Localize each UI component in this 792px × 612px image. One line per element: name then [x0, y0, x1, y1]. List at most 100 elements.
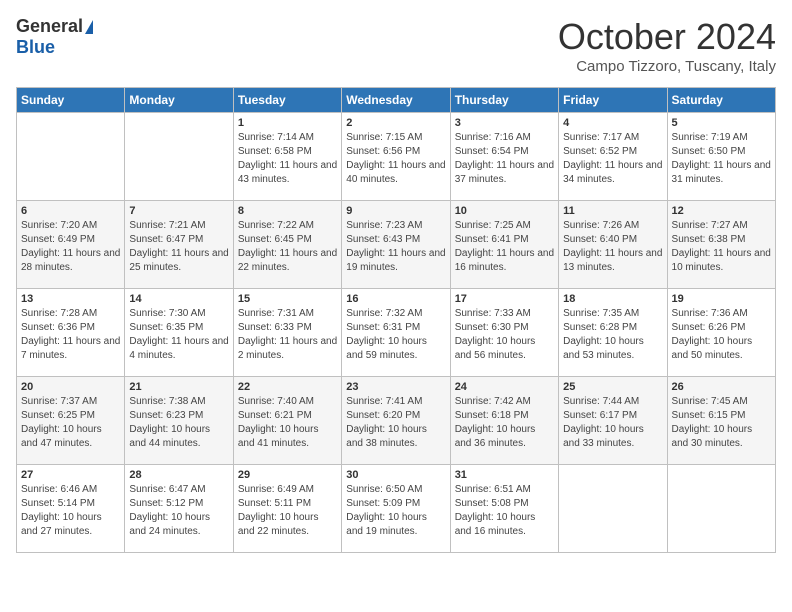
day-info: Sunrise: 7:36 AMSunset: 6:26 PMDaylight:…: [672, 307, 771, 363]
day-info: Sunrise: 7:16 AMSunset: 6:54 PMDaylight:…: [455, 131, 554, 187]
location: Campo Tizzoro, Tuscany, Italy: [558, 58, 776, 75]
calendar-cell: 14 Sunrise: 7:30 AMSunset: 6:35 PMDayligh…: [125, 289, 233, 377]
day-info: Sunrise: 7:19 AMSunset: 6:50 PMDaylight:…: [672, 131, 771, 187]
calendar-cell: 5 Sunrise: 7:19 AMSunset: 6:50 PMDaylight…: [667, 113, 775, 201]
day-info: Sunrise: 7:31 AMSunset: 6:33 PMDaylight:…: [238, 307, 337, 363]
calendar-cell: 24 Sunrise: 7:42 AMSunset: 6:18 PMDayligh…: [450, 377, 558, 465]
day-number: 6: [21, 205, 120, 217]
day-headers-row: SundayMondayTuesdayWednesdayThursdayFrid…: [17, 88, 776, 113]
page-header: General Blue October 2024 Campo Tizzoro,…: [16, 16, 776, 75]
day-number: 24: [455, 381, 554, 393]
calendar-cell: 3Sunrise: 7:16 AMSunset: 6:54 PMDaylight…: [450, 113, 558, 201]
calendar-cell: 20 Sunrise: 7:37 AMSunset: 6:25 PMDayligh…: [17, 377, 125, 465]
calendar-cell: 1 Sunrise: 7:14 AMSunset: 6:58 PMDaylight…: [233, 113, 341, 201]
day-header-saturday: Saturday: [667, 88, 775, 113]
calendar-cell: 13Sunrise: 7:28 AMSunset: 6:36 PMDayligh…: [17, 289, 125, 377]
day-number: 13: [21, 293, 120, 305]
day-number: 15: [238, 293, 337, 305]
week-row-5: 27Sunrise: 6:46 AMSunset: 5:14 PMDayligh…: [17, 465, 776, 553]
calendar-cell: 2Sunrise: 7:15 AMSunset: 6:56 PMDaylight…: [342, 113, 450, 201]
day-info: Sunrise: 6:50 AMSunset: 5:09 PMDaylight:…: [346, 483, 445, 539]
calendar-table: SundayMondayTuesdayWednesdayThursdayFrid…: [16, 87, 776, 553]
day-number: 9: [346, 205, 445, 217]
day-number: 1: [238, 117, 337, 129]
day-info: Sunrise: 7:17 AMSunset: 6:52 PMDaylight:…: [563, 131, 662, 187]
day-info: Sunrise: 7:14 AMSunset: 6:58 PMDaylight:…: [238, 131, 337, 187]
day-info: Sunrise: 7:26 AMSunset: 6:40 PMDaylight:…: [563, 219, 662, 275]
calendar-cell: 29 Sunrise: 6:49 AMSunset: 5:11 PMDayligh…: [233, 465, 341, 553]
calendar-cell: 4 Sunrise: 7:17 AMSunset: 6:52 PMDaylight…: [559, 113, 667, 201]
day-number: 17: [455, 293, 554, 305]
calendar-cell: 18 Sunrise: 7:35 AMSunset: 6:28 PMDayligh…: [559, 289, 667, 377]
week-row-3: 13Sunrise: 7:28 AMSunset: 6:36 PMDayligh…: [17, 289, 776, 377]
month-title: October 2024: [558, 16, 776, 58]
day-number: 16: [346, 293, 445, 305]
day-number: 2: [346, 117, 445, 129]
day-number: 23: [346, 381, 445, 393]
day-header-tuesday: Tuesday: [233, 88, 341, 113]
calendar-cell: 25 Sunrise: 7:44 AMSunset: 6:17 PMDayligh…: [559, 377, 667, 465]
day-number: 31: [455, 469, 554, 481]
day-number: 14: [129, 293, 228, 305]
day-info: Sunrise: 7:45 AMSunset: 6:15 PMDaylight:…: [672, 395, 771, 451]
day-number: 5: [672, 117, 771, 129]
calendar-cell: 8Sunrise: 7:22 AMSunset: 6:45 PMDaylight…: [233, 201, 341, 289]
week-row-2: 6 Sunrise: 7:20 AMSunset: 6:49 PMDaylight…: [17, 201, 776, 289]
day-number: 11: [563, 205, 662, 217]
calendar-cell: 16Sunrise: 7:32 AMSunset: 6:31 PMDayligh…: [342, 289, 450, 377]
day-info: Sunrise: 6:46 AMSunset: 5:14 PMDaylight:…: [21, 483, 120, 539]
day-number: 10: [455, 205, 554, 217]
day-number: 4: [563, 117, 662, 129]
calendar-cell: 30 Sunrise: 6:50 AMSunset: 5:09 PMDayligh…: [342, 465, 450, 553]
day-header-sunday: Sunday: [17, 88, 125, 113]
day-header-wednesday: Wednesday: [342, 88, 450, 113]
day-number: 29: [238, 469, 337, 481]
logo-arrow-icon: [85, 20, 93, 34]
calendar-cell: 17 Sunrise: 7:33 AMSunset: 6:30 PMDayligh…: [450, 289, 558, 377]
day-number: 19: [672, 293, 771, 305]
day-number: 7: [129, 205, 228, 217]
calendar-cell: 10Sunrise: 7:25 AMSunset: 6:41 PMDayligh…: [450, 201, 558, 289]
calendar-cell: 7 Sunrise: 7:21 AMSunset: 6:47 PMDaylight…: [125, 201, 233, 289]
day-number: 8: [238, 205, 337, 217]
day-info: Sunrise: 6:49 AMSunset: 5:11 PMDaylight:…: [238, 483, 337, 539]
day-header-thursday: Thursday: [450, 88, 558, 113]
calendar-cell: 11 Sunrise: 7:26 AMSunset: 6:40 PMDayligh…: [559, 201, 667, 289]
day-info: Sunrise: 6:47 AMSunset: 5:12 PMDaylight:…: [129, 483, 228, 539]
day-info: Sunrise: 7:20 AMSunset: 6:49 PMDaylight:…: [21, 219, 120, 275]
day-info: Sunrise: 7:27 AMSunset: 6:38 PMDaylight:…: [672, 219, 771, 275]
day-info: Sunrise: 7:30 AMSunset: 6:35 PMDaylight:…: [129, 307, 228, 363]
calendar-cell: 15 Sunrise: 7:31 AMSunset: 6:33 PMDayligh…: [233, 289, 341, 377]
day-number: 18: [563, 293, 662, 305]
calendar-cell: [17, 113, 125, 201]
calendar-cell: 31 Sunrise: 6:51 AMSunset: 5:08 PMDayligh…: [450, 465, 558, 553]
day-info: Sunrise: 7:42 AMSunset: 6:18 PMDaylight:…: [455, 395, 554, 451]
day-number: 30: [346, 469, 445, 481]
day-info: Sunrise: 7:35 AMSunset: 6:28 PMDaylight:…: [563, 307, 662, 363]
day-number: 28: [129, 469, 228, 481]
logo-general-text: General: [16, 16, 83, 37]
day-info: Sunrise: 6:51 AMSunset: 5:08 PMDaylight:…: [455, 483, 554, 539]
day-number: 12: [672, 205, 771, 217]
day-info: Sunrise: 7:41 AMSunset: 6:20 PMDaylight:…: [346, 395, 445, 451]
calendar-cell: 6 Sunrise: 7:20 AMSunset: 6:49 PMDaylight…: [17, 201, 125, 289]
calendar-cell: 27Sunrise: 6:46 AMSunset: 5:14 PMDayligh…: [17, 465, 125, 553]
day-info: Sunrise: 7:44 AMSunset: 6:17 PMDaylight:…: [563, 395, 662, 451]
calendar-cell: 19 Sunrise: 7:36 AMSunset: 6:26 PMDayligh…: [667, 289, 775, 377]
day-number: 21: [129, 381, 228, 393]
calendar-cell: 21 Sunrise: 7:38 AMSunset: 6:23 PMDayligh…: [125, 377, 233, 465]
day-info: Sunrise: 7:37 AMSunset: 6:25 PMDaylight:…: [21, 395, 120, 451]
logo-blue-text: Blue: [16, 37, 55, 58]
calendar-cell: 28 Sunrise: 6:47 AMSunset: 5:12 PMDayligh…: [125, 465, 233, 553]
day-number: 25: [563, 381, 662, 393]
day-number: 20: [21, 381, 120, 393]
day-info: Sunrise: 7:33 AMSunset: 6:30 PMDaylight:…: [455, 307, 554, 363]
day-header-monday: Monday: [125, 88, 233, 113]
calendar-cell: [667, 465, 775, 553]
calendar-cell: 9Sunrise: 7:23 AMSunset: 6:43 PMDaylight…: [342, 201, 450, 289]
logo: General Blue: [16, 16, 93, 58]
day-info: Sunrise: 7:21 AMSunset: 6:47 PMDaylight:…: [129, 219, 228, 275]
week-row-1: 1 Sunrise: 7:14 AMSunset: 6:58 PMDaylight…: [17, 113, 776, 201]
day-info: Sunrise: 7:38 AMSunset: 6:23 PMDaylight:…: [129, 395, 228, 451]
day-number: 22: [238, 381, 337, 393]
